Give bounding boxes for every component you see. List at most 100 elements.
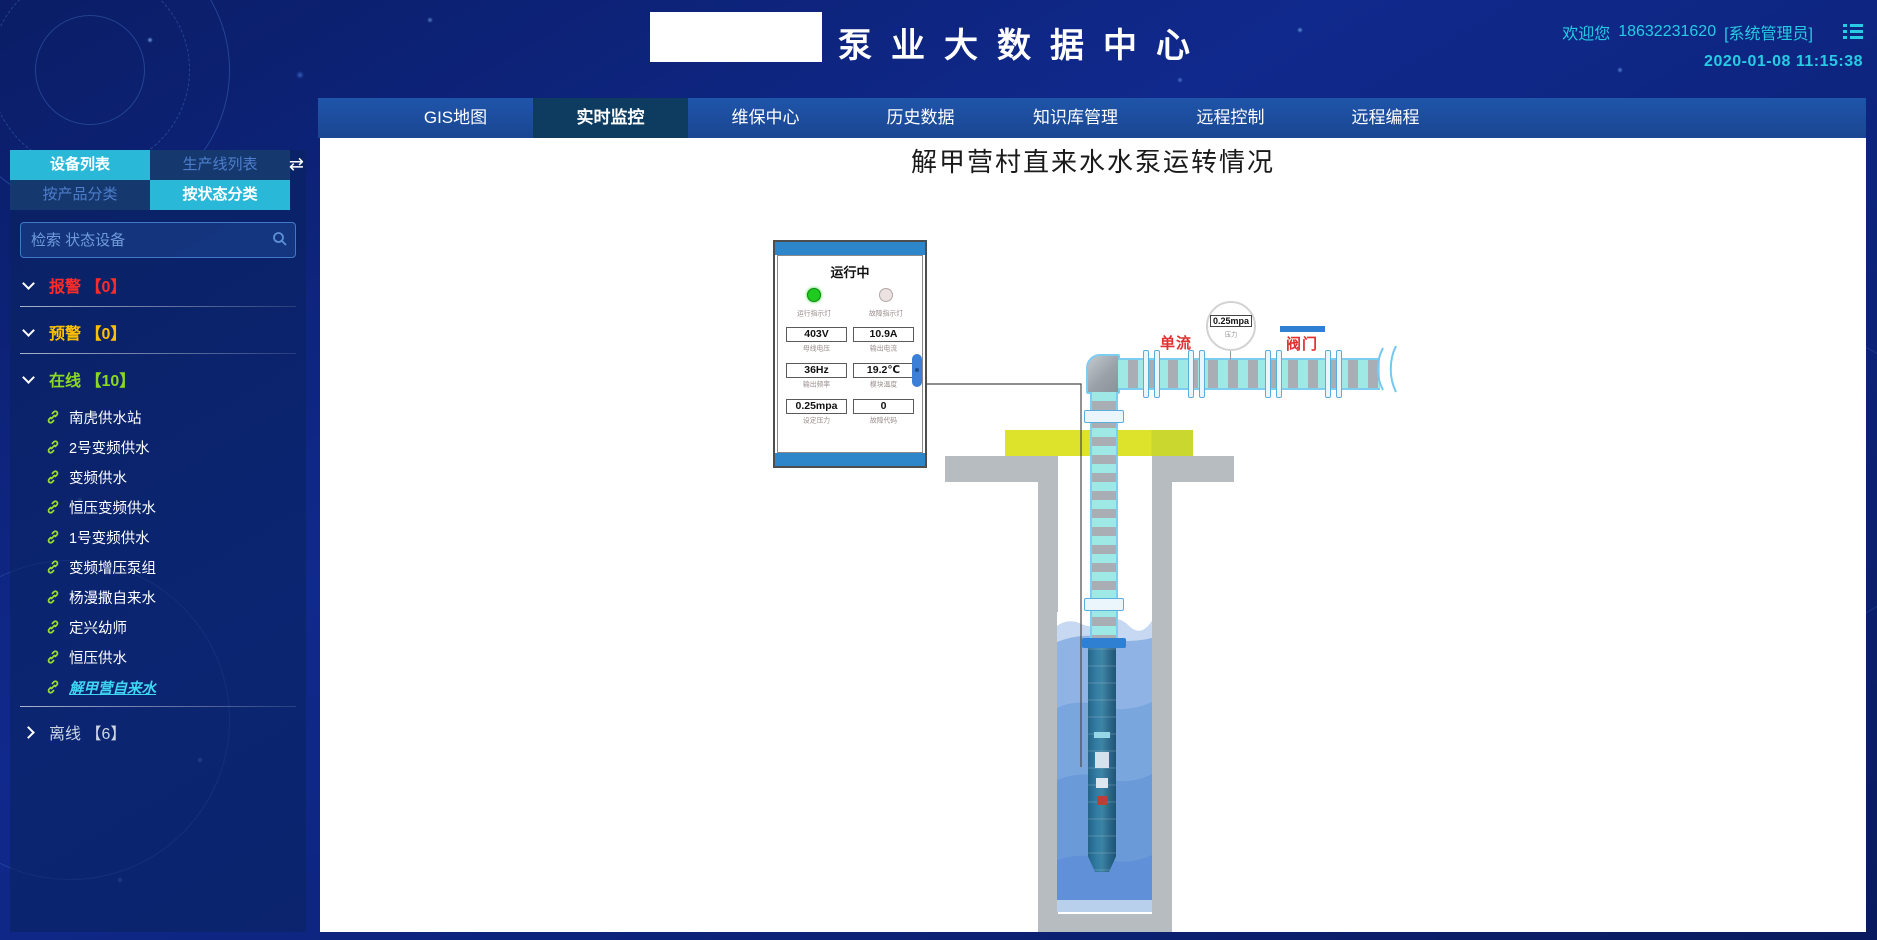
run-indicator-light: [807, 288, 821, 302]
pressure-gauge: 0.25mpa 压力: [1206, 301, 1256, 351]
chevron-down-icon: [22, 277, 35, 290]
device-item[interactable]: 变频供水: [10, 462, 306, 492]
run-status: 运行中: [778, 262, 922, 281]
device-item-selected[interactable]: 解甲营自来水: [10, 672, 306, 702]
link-icon: [46, 410, 60, 424]
device-item[interactable]: 变频增压泵组: [10, 552, 306, 582]
set-pressure-value: 0.25mpa: [786, 399, 847, 414]
welcome-label: 欢迎您: [1562, 20, 1610, 44]
search-input[interactable]: [20, 222, 296, 258]
pump-label-sticker: [1096, 778, 1108, 788]
nav-knowledge-base[interactable]: 知识库管理: [998, 98, 1153, 138]
riser-flange: [1084, 598, 1124, 611]
device-item[interactable]: 2号变频供水: [10, 432, 306, 462]
well-wall-right: [1152, 456, 1172, 932]
group-warning[interactable]: 预警 【0】: [10, 315, 306, 349]
group-online[interactable]: 在线 【10】: [10, 362, 306, 396]
pump-top-flange: [1082, 638, 1126, 648]
sidebar-classify-tabs: 按产品分类 按状态分类: [10, 180, 306, 210]
nav-remote-programming[interactable]: 远程编程: [1308, 98, 1463, 138]
nav-realtime-monitor[interactable]: 实时监控: [533, 98, 688, 138]
user-role: [系统管理员]: [1724, 20, 1813, 44]
nav-history-data[interactable]: 历史数据: [843, 98, 998, 138]
pipe-flange: [1143, 350, 1160, 398]
valve-marker: [1280, 326, 1325, 332]
gauge-label: 压力: [1213, 330, 1250, 339]
pipe-flange: [1325, 350, 1342, 398]
device-item[interactable]: 杨漫撒自来水: [10, 582, 306, 612]
divider: [20, 353, 296, 354]
logo-placeholder: [650, 12, 822, 62]
device-item[interactable]: 南虎供水站: [10, 402, 306, 432]
output-frequency-value: 36Hz: [786, 363, 847, 378]
link-icon: [46, 500, 60, 514]
nav-maintenance-center[interactable]: 维保中心: [688, 98, 843, 138]
pump-red-mark: [1097, 796, 1107, 805]
panel-metrics: 403V母线电压 10.9A输出电流 36Hz输出频率 19.2℃模块温度 0.…: [778, 319, 922, 426]
page-title: 泵业大数据中心: [838, 18, 1209, 67]
tab-by-status[interactable]: 按状态分类: [150, 180, 290, 210]
link-icon: [46, 620, 60, 634]
header-user-block: 欢迎您 18632231620 [系统管理员] 2020-01-08 11:15…: [1562, 20, 1863, 71]
valve-label: 阀门: [1286, 333, 1318, 354]
bus-voltage-value: 403V: [786, 327, 847, 342]
group-offline[interactable]: 离线 【6】: [10, 715, 306, 749]
well-wall-left: [1038, 456, 1058, 932]
divider: [20, 706, 296, 707]
run-light-label: 运行指示灯: [783, 309, 844, 318]
header: 泵业大数据中心 欢迎您 18632231620 [系统管理员] 2020-01-…: [0, 0, 1877, 98]
chevron-down-icon: [22, 324, 35, 337]
link-icon: [46, 650, 60, 664]
chevron-down-icon: [22, 371, 35, 384]
swap-lists-icon[interactable]: ⇄: [289, 154, 304, 175]
link-icon: [46, 590, 60, 604]
well-bottom: [1038, 914, 1172, 932]
nav-gis-map[interactable]: GIS地图: [378, 98, 533, 138]
module-temp-value: 19.2℃: [853, 363, 914, 378]
gauge-stem: [1230, 351, 1231, 360]
tab-production-line-list[interactable]: 生产线列表: [150, 150, 290, 180]
app-root: 泵业大数据中心 欢迎您 18632231620 [系统管理员] 2020-01-…: [0, 0, 1877, 940]
monitor-canvas: 解甲营村直来水水泵运转情况: [320, 138, 1866, 932]
pipe-flange: [1188, 350, 1205, 398]
tab-by-product[interactable]: 按产品分类: [10, 180, 150, 210]
nav-remote-control[interactable]: 远程控制: [1153, 98, 1308, 138]
device-item[interactable]: 定兴幼师: [10, 612, 306, 642]
chevron-right-icon: [22, 726, 35, 739]
device-search: [20, 222, 296, 258]
link-icon: [46, 560, 60, 574]
pipe-elbow: [1086, 354, 1120, 394]
riser-flange: [1084, 410, 1124, 423]
panel-side-handle[interactable]: [912, 354, 922, 387]
pump-control-panel: 运行中 运行指示灯 故障指示灯 403V母线电压 10.9A输出电流 36Hz输…: [773, 240, 927, 468]
pump-logo-chip: [1094, 732, 1110, 738]
link-icon: [46, 440, 60, 454]
datetime-display: 2020-01-08 11:15:38: [1562, 53, 1863, 71]
panel-top-bar: [775, 242, 925, 255]
link-icon: [46, 530, 60, 544]
ground-right: [1170, 456, 1234, 482]
list-menu-icon[interactable]: [1843, 24, 1863, 40]
sidebar-list-tabs: 设备列表 生产线列表 ⇄: [10, 150, 306, 180]
device-sidebar: 设备列表 生产线列表 ⇄ 按产品分类 按状态分类 报警 【0】 预警 【0】 在…: [10, 150, 306, 932]
divider: [20, 306, 296, 307]
fault-code-value: 0: [853, 399, 914, 414]
link-icon: [46, 680, 60, 694]
fault-light-label: 故障指示灯: [855, 309, 916, 318]
gauge-value: 0.25mpa: [1210, 315, 1252, 327]
device-item[interactable]: 1号变频供水: [10, 522, 306, 552]
output-current-value: 10.9A: [853, 327, 914, 342]
pipe-flange: [1265, 350, 1282, 398]
fault-indicator-light: [879, 288, 893, 302]
link-icon: [46, 470, 60, 484]
group-alarm[interactable]: 报警 【0】: [10, 268, 306, 302]
user-account: 18632231620: [1618, 23, 1716, 41]
ground-left: [945, 456, 1040, 482]
tab-device-list[interactable]: 设备列表: [10, 150, 150, 180]
device-item[interactable]: 恒压供水: [10, 642, 306, 672]
online-device-list: 南虎供水站 2号变频供水 变频供水 恒压变频供水 1号变频供水 变频增压泵组 杨…: [10, 402, 306, 702]
search-icon[interactable]: [272, 231, 288, 252]
pump-label-sticker: [1095, 752, 1109, 768]
submersible-pump: [1088, 648, 1116, 872]
device-item[interactable]: 恒压变频供水: [10, 492, 306, 522]
